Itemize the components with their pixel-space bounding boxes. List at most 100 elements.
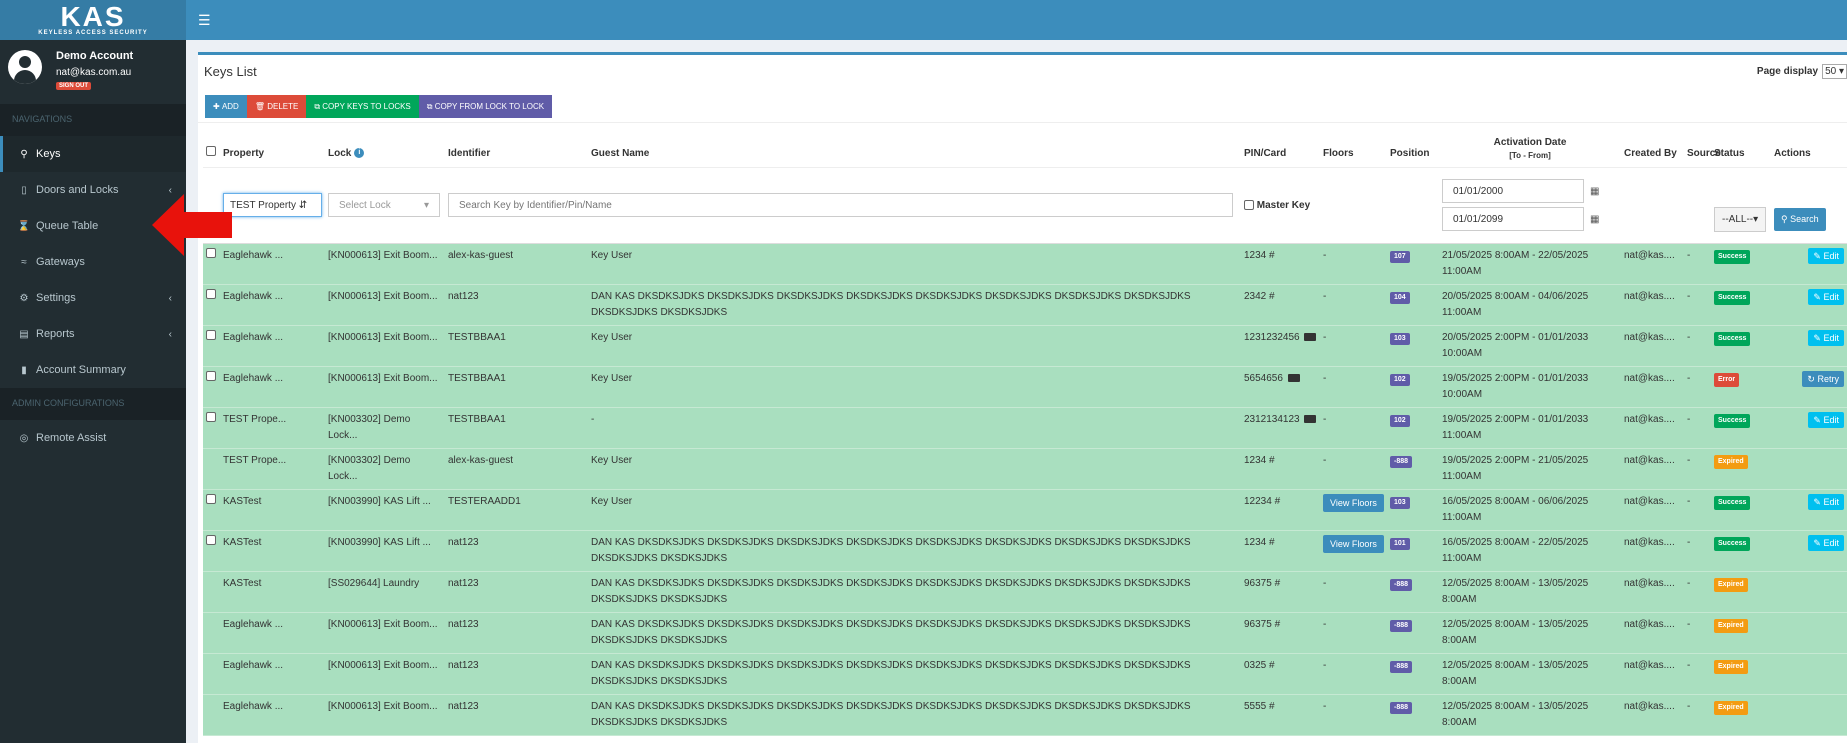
cell-identifier: TESTBBAA1	[445, 366, 588, 408]
cell-actions: ✎ Edit	[1771, 284, 1847, 326]
copy-from-lock-to-lock-button[interactable]: ⧉ COPY FROM LOCK TO LOCK	[418, 95, 553, 118]
search-input[interactable]	[448, 193, 1233, 217]
col-source[interactable]: Source	[1684, 125, 1721, 167]
col-identifier[interactable]: Identifier	[445, 125, 588, 167]
delete-button[interactable]: 🗑 DELETE	[246, 95, 307, 118]
row-checkbox[interactable]	[206, 534, 216, 545]
row-checkbox[interactable]	[206, 288, 216, 299]
col-property[interactable]: Property	[220, 125, 325, 167]
cell-activation-date: 12/05/2025 8:00AM - 13/05/2025 8:00AM	[1439, 571, 1621, 613]
menu-toggle-icon[interactable]: ☰	[198, 12, 211, 29]
copy-keys-to-locks-button[interactable]: ⧉ COPY KEYS TO LOCKS	[306, 95, 419, 118]
page-display: Page display 50 ▾	[1757, 64, 1847, 79]
table-row[interactable]: Eaglehawk ... [KN000613] Exit Boom... nat1…	[203, 653, 1847, 695]
cell-pin-card: 2342 #	[1241, 284, 1320, 326]
col-activation-date[interactable]: Activation Date [To - From]	[1439, 125, 1621, 167]
lock-filter-select[interactable]: Select Lock ▾	[328, 193, 440, 217]
edit-button[interactable]: ✎ Edit	[1808, 493, 1844, 510]
sidebar-item-remote-assist[interactable]: ◎ Remote Assist	[0, 420, 186, 456]
cell-actions	[1771, 571, 1847, 613]
select-all-checkbox[interactable]	[206, 145, 216, 156]
master-key-checkbox[interactable]	[1244, 199, 1254, 210]
table-row[interactable]: Eaglehawk ... [KN000613] Exit Boom... nat1…	[203, 612, 1847, 654]
table-row[interactable]: Eaglehawk ... [KN000613] Exit Boom... TEST…	[203, 325, 1847, 367]
cell-identifier: nat123	[445, 284, 588, 326]
position-badge: -888	[1390, 660, 1413, 673]
cell-guest-name: DAN KAS DKSDKSJDKS DKSDKSJDKS DKSDKSJDKS…	[588, 284, 1241, 326]
col-created-by[interactable]: Created By	[1621, 125, 1684, 167]
col-position[interactable]: Position	[1387, 125, 1439, 167]
row-checkbox[interactable]	[206, 411, 216, 422]
col-guest-name[interactable]: Guest Name	[588, 125, 1241, 167]
chevron-left-icon: ‹	[168, 328, 172, 340]
cell-source: -	[1684, 489, 1711, 531]
col-status[interactable]: Status	[1711, 125, 1771, 167]
date-from-input[interactable]: 01/01/2000	[1442, 179, 1584, 203]
table-row[interactable]: Eaglehawk ... [KN000613] Exit Boom... nat1…	[203, 284, 1847, 326]
cell-position: 104	[1387, 284, 1439, 326]
table-row[interactable]: Eaglehawk ... [KN000613] Exit Boom... alex…	[203, 243, 1847, 285]
page-display-label: Page display	[1756, 66, 1819, 77]
edit-button[interactable]: ✎ Edit	[1808, 247, 1844, 264]
cell-guest-name: -	[588, 407, 1241, 449]
cell-pin-card: 2312134123	[1241, 407, 1320, 449]
table-row[interactable]: KASTest [SS029644] Laundry nat123 DAN KAS D…	[203, 571, 1847, 613]
id-card-icon	[1304, 332, 1317, 341]
edit-button[interactable]: ✎ Edit	[1808, 329, 1844, 346]
page-display-select[interactable]: 50 ▾	[1822, 64, 1847, 79]
edit-button[interactable]: ✎ Edit	[1808, 534, 1844, 551]
status-filter-select[interactable]: --ALL--▾	[1714, 206, 1767, 232]
table-row[interactable]: TEST Prope... [KN003302] Demo Lock... TEST…	[203, 407, 1847, 449]
add-button[interactable]: ✚ ADD	[205, 95, 247, 118]
sidebar-item-reports[interactable]: ▤ Reports ‹	[0, 316, 186, 352]
cell-status: Expired	[1711, 448, 1771, 490]
sidebar-item-keys[interactable]: ⚲ Keys	[0, 136, 186, 172]
info-icon[interactable]: i	[354, 147, 365, 158]
sidebar-item-label: Remote Assist	[36, 432, 107, 444]
view-floors-button[interactable]: View Floors	[1323, 493, 1384, 512]
col-floors[interactable]: Floors	[1320, 125, 1387, 167]
cell-guest-name: DAN KAS DKSDKSJDKS DKSDKSJDKS DKSDKSJDKS…	[588, 530, 1241, 572]
cell-status: Expired	[1711, 571, 1771, 613]
cell-created-by: nat@kas....	[1621, 694, 1684, 736]
col-lock[interactable]: Lock i	[325, 125, 445, 167]
edit-button[interactable]: ✎ Edit	[1808, 411, 1844, 428]
cell-lock: [KN000613] Exit Boom...	[325, 653, 445, 695]
date-to-input[interactable]: 01/01/2099	[1442, 207, 1584, 231]
property-filter-select[interactable]: TEST Property ⇵	[223, 193, 322, 217]
cell-lock: [KN000613] Exit Boom...	[325, 325, 445, 367]
status-badge: Success	[1714, 495, 1751, 510]
sign-out-button[interactable]: SIGN OUT	[56, 82, 92, 90]
cell-floors: -	[1320, 366, 1387, 408]
cell-identifier: nat123	[445, 571, 588, 613]
row-checkbox[interactable]	[206, 370, 216, 381]
view-floors-button[interactable]: View Floors	[1323, 534, 1384, 553]
sidebar-item-settings[interactable]: ⚙ Settings ‹	[0, 280, 186, 316]
user-email: nat@kas.com.au	[56, 67, 132, 78]
calendar-icon[interactable]: ▦	[1590, 186, 1599, 197]
table-row[interactable]: KASTest [KN003990] KAS Lift ... nat123 DAN …	[203, 530, 1847, 572]
cell-actions: ✎ Edit	[1771, 325, 1847, 367]
table-row[interactable]: Eaglehawk ... [KN000613] Exit Boom... TEST…	[203, 366, 1847, 408]
cell-status: Success	[1711, 530, 1771, 572]
sidebar-item-account-summary[interactable]: ▮ Account Summary	[0, 352, 186, 388]
calendar-icon[interactable]: ▦	[1590, 214, 1599, 225]
edit-button[interactable]: ✎ Edit	[1808, 288, 1844, 305]
row-checkbox[interactable]	[206, 493, 216, 504]
table-row[interactable]: KASTest [KN003990] KAS Lift ... TESTERAADD…	[203, 489, 1847, 531]
table-row[interactable]: TEST Prope... [KN003302] Demo Lock... alex…	[203, 448, 1847, 490]
main-content: Keys List Page display 50 ▾ ✚ ADD 🗑 DELE…	[186, 40, 1847, 743]
cell-pin-card: 5555 #	[1241, 694, 1320, 736]
cell-floors: -	[1320, 571, 1387, 613]
retry-button[interactable]: ↻ Retry	[1802, 370, 1844, 387]
cell-position: 107	[1387, 243, 1439, 285]
row-checkbox[interactable]	[206, 329, 216, 340]
col-pin-card[interactable]: PIN/Card	[1241, 125, 1320, 167]
search-button[interactable]: ⚲ Search	[1774, 207, 1826, 231]
logo-text: KAS	[60, 1, 126, 32]
sidebar: KAS KEYLESS ACCESS SECURITY Demo Account…	[0, 0, 186, 743]
cell-status: Success	[1711, 407, 1771, 449]
edit-icon: ✎	[1813, 496, 1821, 507]
table-row[interactable]: Eaglehawk ... [KN000613] Exit Boom... nat1…	[203, 694, 1847, 736]
logo[interactable]: KAS KEYLESS ACCESS SECURITY	[0, 0, 186, 40]
